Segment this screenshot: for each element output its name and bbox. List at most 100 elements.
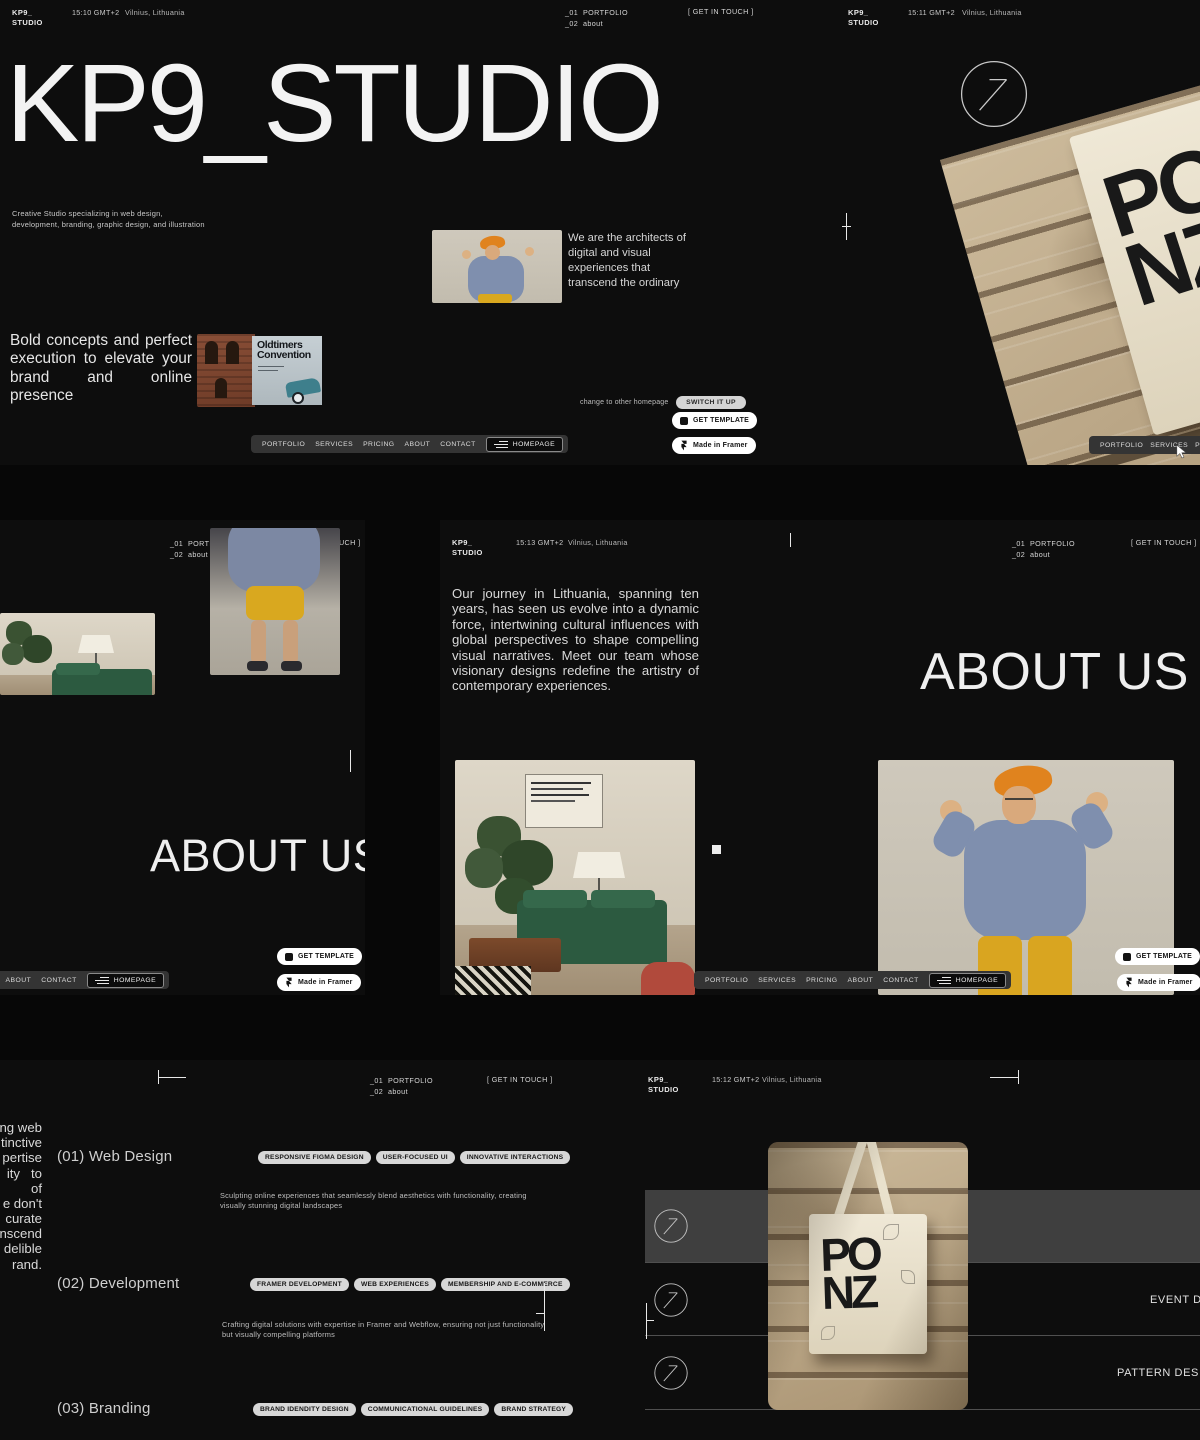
navbar-about[interactable]: ABOUT	[6, 977, 32, 984]
about-paragraph: Our journey in Lithuania, spanning ten y…	[452, 586, 699, 694]
bottom-navbar: PORTFOLIO SERVICES PRICING ABOUT CONTACT…	[0, 971, 169, 989]
navbar-services[interactable]: SERVICES	[315, 441, 353, 448]
navbar-portfolio[interactable]: PORTFOLIO	[262, 441, 305, 448]
circle-arrow-icon[interactable]	[653, 1282, 689, 1318]
portfolio-row-label[interactable]: EVENT DESIGN	[1150, 1294, 1200, 1306]
panel-about-side: _01 PORTFOLIO _02 about [ GET IN TOUCH ]…	[0, 520, 365, 995]
service-tag: INNOVATIVE INTERACTIONS	[460, 1151, 571, 1164]
brand-logo-line1: KP9_	[452, 538, 483, 548]
menu-lines-icon	[937, 977, 951, 984]
navbar-contact[interactable]: CONTACT	[41, 977, 77, 984]
brand-logo[interactable]: KP9_ STUDIO	[648, 1075, 679, 1095]
clock: 15:10 GMT+2	[72, 8, 119, 17]
brand-logo[interactable]: KP9_ STUDIO	[848, 8, 879, 28]
service-tags: BRAND IDENDITY DESIGN COMMUNICATIONAL GU…	[253, 1403, 573, 1416]
homepage-label: HOMEPAGE	[513, 441, 555, 448]
made-in-framer-badge[interactable]: Made in Framer	[672, 437, 756, 454]
homepage-label: HOMEPAGE	[956, 977, 998, 984]
poster-title-2: Convention	[257, 351, 311, 361]
get-template-button[interactable]: GET TEMPLATE	[277, 948, 362, 965]
panel-portfolio: KP9_ STUDIO 15:12 GMT+2 Vilnius, Lithuan…	[645, 1060, 1200, 1440]
nav-about-link[interactable]: _02 about	[170, 549, 208, 560]
brand-logo[interactable]: KP9_ STUDIO	[12, 8, 43, 28]
homepage-button[interactable]: HOMEPAGE	[486, 437, 563, 452]
service-desc-web-design: Sculpting online experiences that seamle…	[220, 1191, 552, 1212]
crop-mark	[842, 226, 851, 227]
brand-logo-line2: STUDIO	[452, 548, 483, 558]
get-template-label: GET TEMPLATE	[693, 417, 749, 424]
circle-arrow-icon[interactable]	[653, 1208, 689, 1244]
made-in-framer-label: Made in Framer	[298, 979, 353, 986]
panel-home-alt: PO NZ KP9_ STUDIO 15:11 GMT+2 Vilnius, L…	[840, 0, 1200, 465]
switch-it-up-button[interactable]: SWITCH IT UP	[676, 396, 746, 409]
service-label-development[interactable]: (02) Development	[57, 1275, 179, 1292]
oldtimers-poster: Oldtimers Convention	[252, 336, 322, 405]
made-in-framer-label: Made in Framer	[693, 442, 748, 449]
bold-statement: Bold concepts and perfect execution to e…	[10, 332, 192, 406]
person-photo	[210, 528, 340, 675]
clock: 15:12 GMT+2	[712, 1075, 759, 1084]
get-template-label: GET TEMPLATE	[298, 953, 354, 960]
portfolio-row-label[interactable]: PATTERN DESIGN	[1117, 1367, 1200, 1379]
clock: 15:13 GMT+2	[516, 538, 563, 547]
navbar-contact[interactable]: CONTACT	[440, 441, 476, 448]
nav-portfolio-link[interactable]: _01 PORTFOLIO	[1012, 538, 1075, 549]
made-in-framer-label: Made in Framer	[1138, 979, 1193, 986]
nav-about-link[interactable]: _02 about	[1012, 549, 1050, 560]
service-tag: MEMBERSHIP AND E-COMMERCE	[441, 1278, 570, 1291]
navbar-contact[interactable]: CONTACT	[883, 977, 919, 984]
navbar-services[interactable]: SERVICES	[758, 977, 796, 984]
get-template-button[interactable]: GET TEMPLATE	[672, 412, 757, 429]
tote-photo-card: PO NZ	[768, 1142, 968, 1410]
brand-logo-line1: KP9_	[648, 1075, 679, 1085]
get-template-button[interactable]: GET TEMPLATE	[1115, 948, 1200, 965]
service-tag: COMMUNICATIONAL GUIDELINES	[361, 1403, 490, 1416]
crop-mark	[646, 1303, 647, 1339]
studio-tagline: Creative Studio specializing in web desi…	[12, 209, 205, 231]
circle-arrow-icon[interactable]	[958, 58, 1030, 130]
circle-arrow-icon[interactable]	[653, 1355, 689, 1391]
navbar-about[interactable]: ABOUT	[848, 977, 874, 984]
nav-about-link[interactable]: _02 about	[370, 1086, 408, 1097]
nav-portfolio-link[interactable]: _01 PORTFOLIO	[370, 1075, 433, 1086]
panel-home: KP9_ STUDIO 15:10 GMT+2 Vilnius, Lithuan…	[0, 0, 840, 465]
service-tag: FRAMER DEVELOPMENT	[250, 1278, 349, 1291]
bottom-navbar: PORTFOLIO SERVICES PRICING ABOUT CONTACT…	[251, 435, 568, 453]
service-label-web-design[interactable]: (01) Web Design	[57, 1148, 172, 1165]
made-in-framer-badge[interactable]: Made in Framer	[277, 974, 361, 991]
crop-mark	[990, 1077, 1018, 1078]
brand-logo-line2: STUDIO	[12, 18, 43, 28]
clock: 15:11 GMT+2	[908, 8, 955, 17]
get-in-touch-link[interactable]: [ GET IN TOUCH ]	[1131, 538, 1197, 547]
made-in-framer-badge[interactable]: Made in Framer	[1117, 974, 1200, 991]
panel-services: _01 PORTFOLIO _02 about [ GET IN TOUCH ]…	[0, 1060, 645, 1440]
homepage-button[interactable]: HOMEPAGE	[929, 973, 1006, 988]
service-tag: WEB EXPERIENCES	[354, 1278, 436, 1291]
template-square-icon	[680, 417, 688, 425]
navbar-pricing[interactable]: PRICING	[363, 441, 394, 448]
clipped-paragraph: ng web tinctive pertise ity to of e don'…	[0, 1120, 42, 1272]
get-in-touch-link[interactable]: [ GET IN TOUCH ]	[688, 7, 754, 16]
oldtimers-photo: Oldtimers Convention	[197, 334, 322, 407]
about-us-title: ABOUT US	[920, 642, 1189, 702]
nav-about-link[interactable]: _02 about	[565, 18, 603, 29]
navbar-pricing[interactable]: PRICING	[806, 977, 837, 984]
nav-portfolio-link[interactable]: _01 PORTFOLIO	[565, 7, 628, 18]
framer-icon	[285, 977, 293, 988]
location-label: Vilnius, Lithuania	[568, 538, 628, 547]
about-us-title: ABOUT US	[150, 830, 365, 882]
service-label-branding[interactable]: (03) Branding	[57, 1400, 151, 1417]
navbar-portfolio[interactable]: PORTFOLIO	[705, 977, 748, 984]
crop-square-mark	[712, 845, 721, 854]
brand-logo[interactable]: KP9_ STUDIO	[452, 538, 483, 558]
navbar-about[interactable]: ABOUT	[405, 441, 431, 448]
service-tags: FRAMER DEVELOPMENT WEB EXPERIENCES MEMBE…	[250, 1278, 570, 1291]
architects-text: We are the architects of digital and vis…	[568, 231, 692, 291]
switch-it-up-label: SWITCH IT UP	[686, 399, 736, 406]
brand-logo-line1: KP9_	[12, 8, 43, 18]
framer-icon	[680, 440, 688, 451]
get-in-touch-link[interactable]: [ GET IN TOUCH ]	[487, 1075, 553, 1084]
crop-mark	[350, 750, 351, 772]
homepage-button[interactable]: HOMEPAGE	[87, 973, 164, 988]
service-tag: USER-FOCUSED UI	[376, 1151, 455, 1164]
